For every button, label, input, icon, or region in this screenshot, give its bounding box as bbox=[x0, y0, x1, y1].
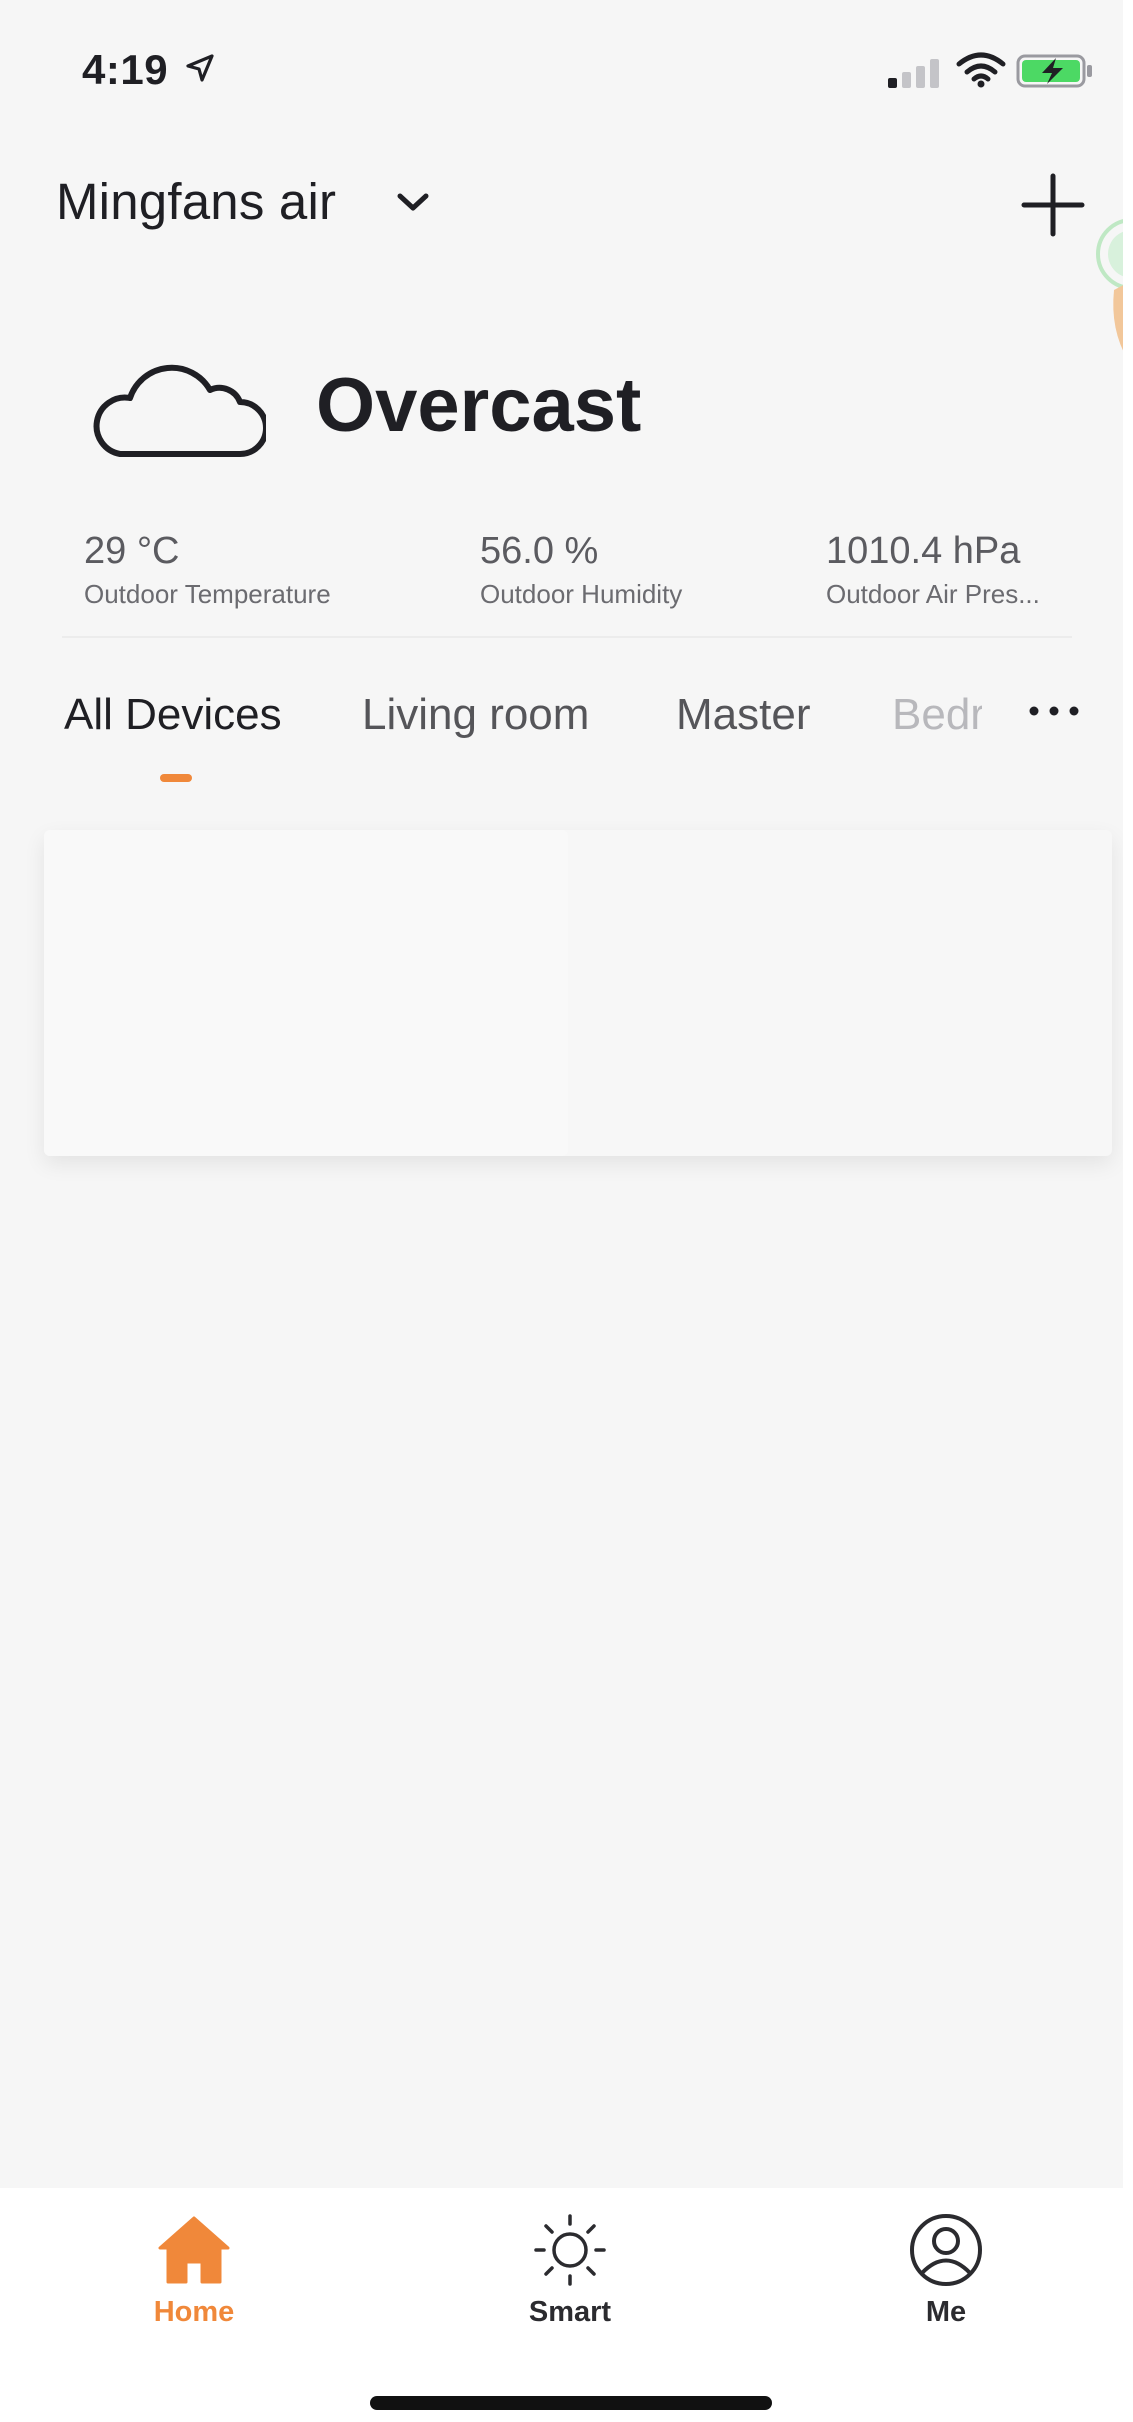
battery-charging-icon bbox=[1016, 54, 1092, 88]
tab-living-room[interactable]: Living room bbox=[362, 690, 589, 740]
tab-all-devices[interactable]: All Devices bbox=[64, 690, 282, 740]
room-tabs: All Devices Living room Master Bedr bbox=[0, 690, 1133, 790]
stat-label: Outdoor Temperature bbox=[84, 579, 331, 609]
user-circle-icon bbox=[910, 2214, 982, 2286]
nav-smart-label: Smart bbox=[528, 2296, 612, 2328]
home-name-selector[interactable]: Mingfans air bbox=[56, 172, 336, 231]
nav-smart[interactable]: Smart bbox=[470, 2210, 670, 2329]
weather-condition: Overcast bbox=[316, 363, 642, 448]
location-arrow-icon bbox=[186, 54, 214, 82]
active-tab-indicator bbox=[160, 774, 192, 782]
stat-label: Outdoor Humidity bbox=[480, 579, 683, 609]
home-indicator bbox=[370, 2396, 772, 2410]
stat-value: 29 °C bbox=[84, 530, 180, 572]
outdoor-humidity: 56.0 % Outdoor Humidity bbox=[480, 530, 682, 610]
nav-me-label: Me bbox=[925, 2296, 967, 2328]
cloud-icon bbox=[93, 364, 266, 457]
chevron-down-icon[interactable] bbox=[394, 188, 432, 216]
home-icon bbox=[158, 2216, 230, 2284]
sun-icon bbox=[534, 2214, 606, 2286]
weather-divider bbox=[62, 636, 1072, 638]
cellular-signal-icon bbox=[888, 59, 939, 88]
outdoor-air-pressure: 1010.4 hPa Outdoor Air Pres... bbox=[826, 530, 1076, 610]
outdoor-temperature: 29 °C Outdoor Temperature bbox=[84, 530, 331, 610]
nav-home-label: Home bbox=[153, 2296, 235, 2328]
stat-value: 1010.4 hPa bbox=[826, 530, 1021, 572]
stat-value: 56.0 % bbox=[480, 530, 599, 572]
wifi-icon bbox=[956, 52, 1006, 88]
home-screen: 4:19 Mingfans air Overcast 29 °C Outdoor… bbox=[0, 0, 1133, 2422]
more-dots-icon[interactable] bbox=[1024, 696, 1084, 726]
nav-home[interactable]: Home bbox=[94, 2210, 294, 2329]
tab-bedroom[interactable]: Bedr bbox=[892, 690, 982, 740]
device-card-left-placeholder bbox=[44, 830, 568, 1156]
status-bar: 4:19 bbox=[0, 0, 1133, 130]
bottom-nav: Home Smart Me bbox=[0, 2188, 1133, 2422]
add-device-button[interactable] bbox=[1018, 170, 1088, 240]
screen-edge bbox=[1123, 0, 1133, 2422]
stat-label: Outdoor Air Pres... bbox=[826, 579, 1040, 609]
status-time: 4:19 bbox=[82, 46, 169, 93]
tab-master[interactable]: Master bbox=[676, 690, 810, 740]
device-card-placeholder bbox=[44, 830, 1112, 1156]
nav-me[interactable]: Me bbox=[846, 2210, 1046, 2329]
